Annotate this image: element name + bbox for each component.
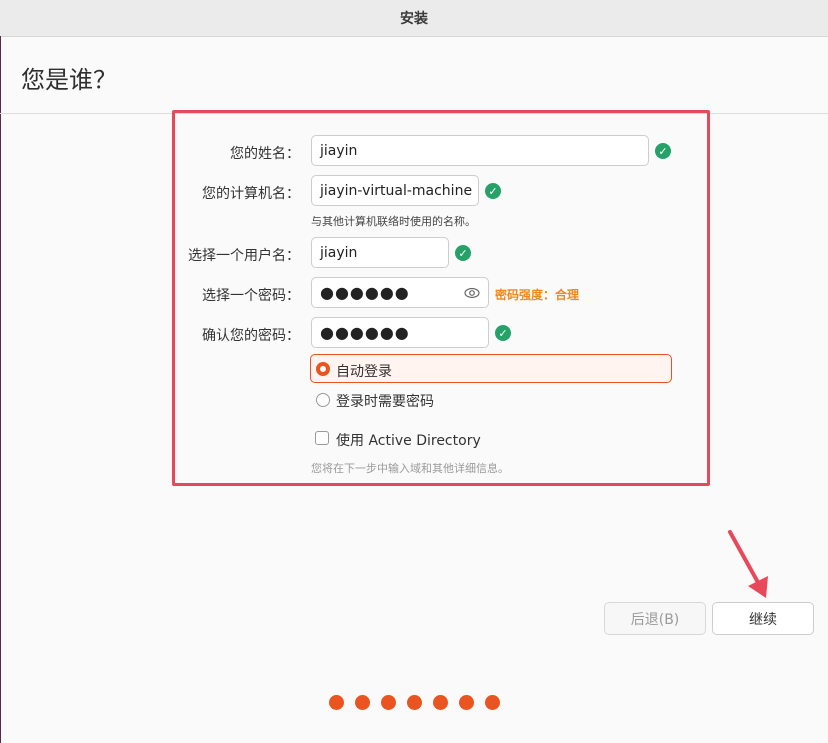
active-directory-checkbox[interactable]	[315, 431, 329, 445]
confirm-password-valid-icon: ✓	[495, 325, 511, 341]
computer-name-value: jiayin-virtual-machine	[320, 182, 473, 199]
confirm-password-value: ●●●●●●	[320, 323, 410, 342]
progress-dot	[433, 695, 448, 710]
continue-button[interactable]: 继续	[712, 602, 814, 635]
active-directory-note: 您将在下一步中输入域和其他详细信息。	[311, 462, 509, 475]
username-label: 选择一个用户名：	[188, 248, 300, 264]
computer-name-label: 您的计算机名：	[202, 186, 300, 202]
name-valid-icon: ✓	[655, 143, 671, 159]
progress-dot	[459, 695, 474, 710]
progress-dot	[485, 695, 500, 710]
active-directory-label[interactable]: 使用 Active Directory	[336, 430, 481, 450]
name-label: 您的姓名：	[230, 146, 300, 162]
confirm-password-field[interactable]: ●●●●●●	[311, 317, 489, 348]
page-title: 您是谁？	[21, 66, 117, 94]
username-valid-icon: ✓	[455, 245, 471, 261]
computer-name-valid-icon: ✓	[485, 183, 501, 199]
password-value: ●●●●●●	[320, 283, 410, 302]
password-field[interactable]: ●●●●●●	[311, 277, 489, 308]
progress-dot	[407, 695, 422, 710]
name-field[interactable]: jiayin	[311, 135, 649, 166]
window-edge	[0, 36, 1, 743]
pointer-arrow-icon	[728, 530, 768, 598]
computer-name-field[interactable]: jiayin-virtual-machine	[311, 175, 479, 206]
progress-dot	[355, 695, 370, 710]
username-field[interactable]: jiayin	[311, 237, 449, 268]
require-password-label[interactable]: 登录时需要密码	[336, 391, 434, 411]
progress-dot	[329, 695, 344, 710]
progress-dots	[329, 695, 500, 710]
confirm-password-label: 确认您的密码：	[202, 328, 300, 344]
window-title: 安装	[400, 11, 428, 27]
auto-login-label[interactable]: 自动登录	[336, 361, 392, 381]
progress-dot	[381, 695, 396, 710]
window-titlebar: 安装	[0, 0, 828, 37]
name-value: jiayin	[320, 142, 358, 159]
username-value: jiayin	[320, 244, 358, 261]
back-button[interactable]: 后退(B)	[604, 602, 706, 635]
require-password-radio[interactable]	[316, 393, 330, 407]
auto-login-radio[interactable]	[316, 362, 330, 376]
password-label: 选择一个密码：	[202, 288, 300, 304]
password-strength-text: 密码强度：合理	[495, 288, 580, 302]
show-password-eye-icon[interactable]	[464, 285, 480, 301]
computer-name-hint: 与其他计算机联络时使用的名称。	[311, 215, 476, 228]
